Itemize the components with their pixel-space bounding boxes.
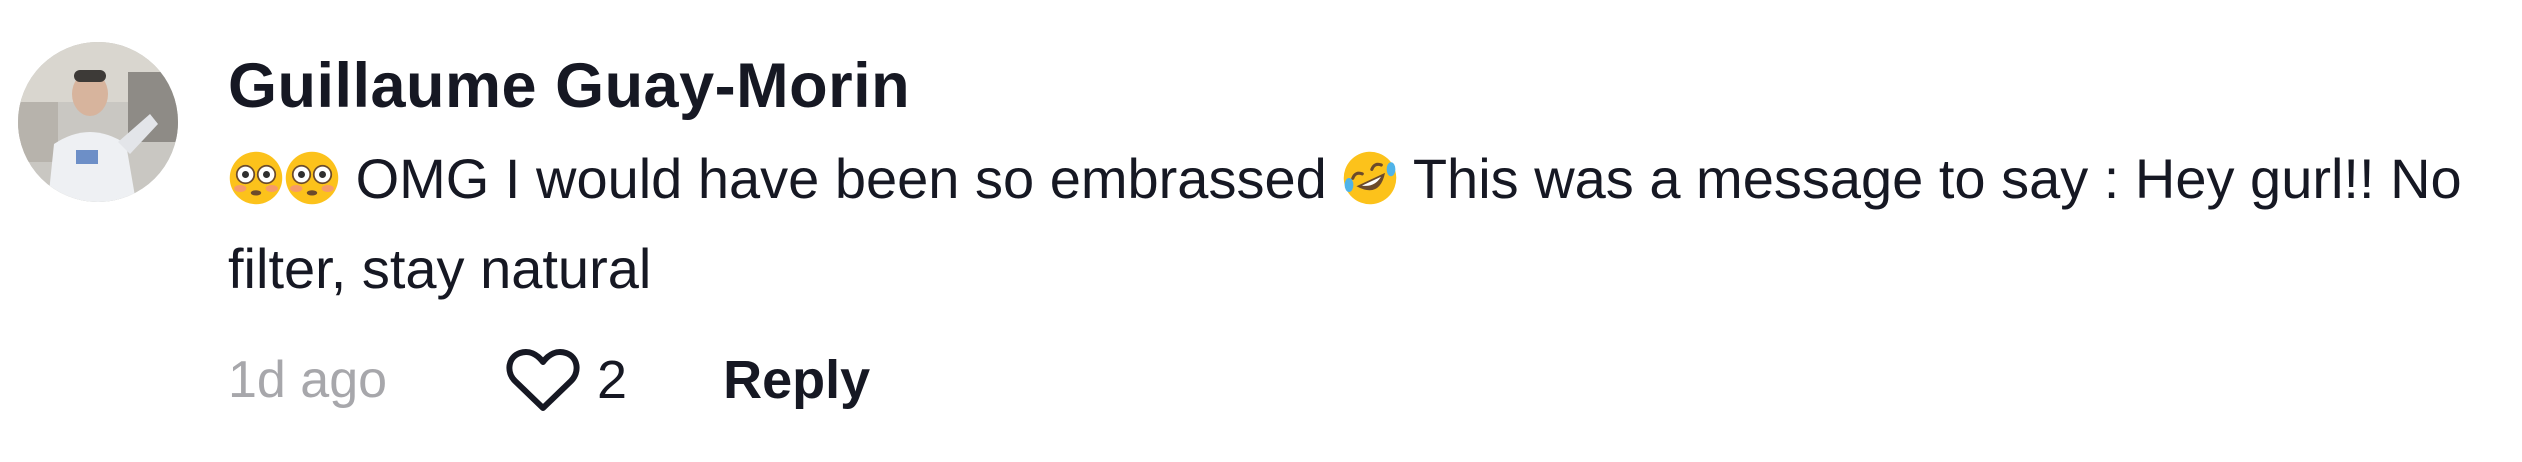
heart-outline-icon[interactable] — [505, 345, 581, 415]
like-count: 2 — [597, 350, 628, 410]
avatar[interactable] — [18, 42, 178, 202]
user-avatar-photo — [18, 42, 178, 202]
comment-timestamp: 1d ago — [228, 351, 388, 409]
comment-text-part1: OMG I would have been so embrassed — [355, 147, 1327, 210]
flushed-face-emoji — [228, 150, 284, 206]
comment-body: Guillaume Guay-Morin OMG I would have be… — [228, 38, 2498, 314]
flushed-face-emoji — [284, 150, 340, 206]
comment-username[interactable]: Guillaume Guay-Morin — [228, 38, 2498, 134]
reply-button[interactable]: Reply — [723, 349, 870, 411]
like-button[interactable]: 2 — [505, 345, 627, 415]
comment-meta: 1d ago 2 Reply — [228, 345, 870, 415]
comment-text: OMG I would have been so embrassed This … — [228, 134, 2498, 314]
comment-item: Guillaume Guay-Morin OMG I would have be… — [0, 0, 2522, 462]
rolling-on-floor-laughing-emoji — [1342, 150, 1398, 206]
